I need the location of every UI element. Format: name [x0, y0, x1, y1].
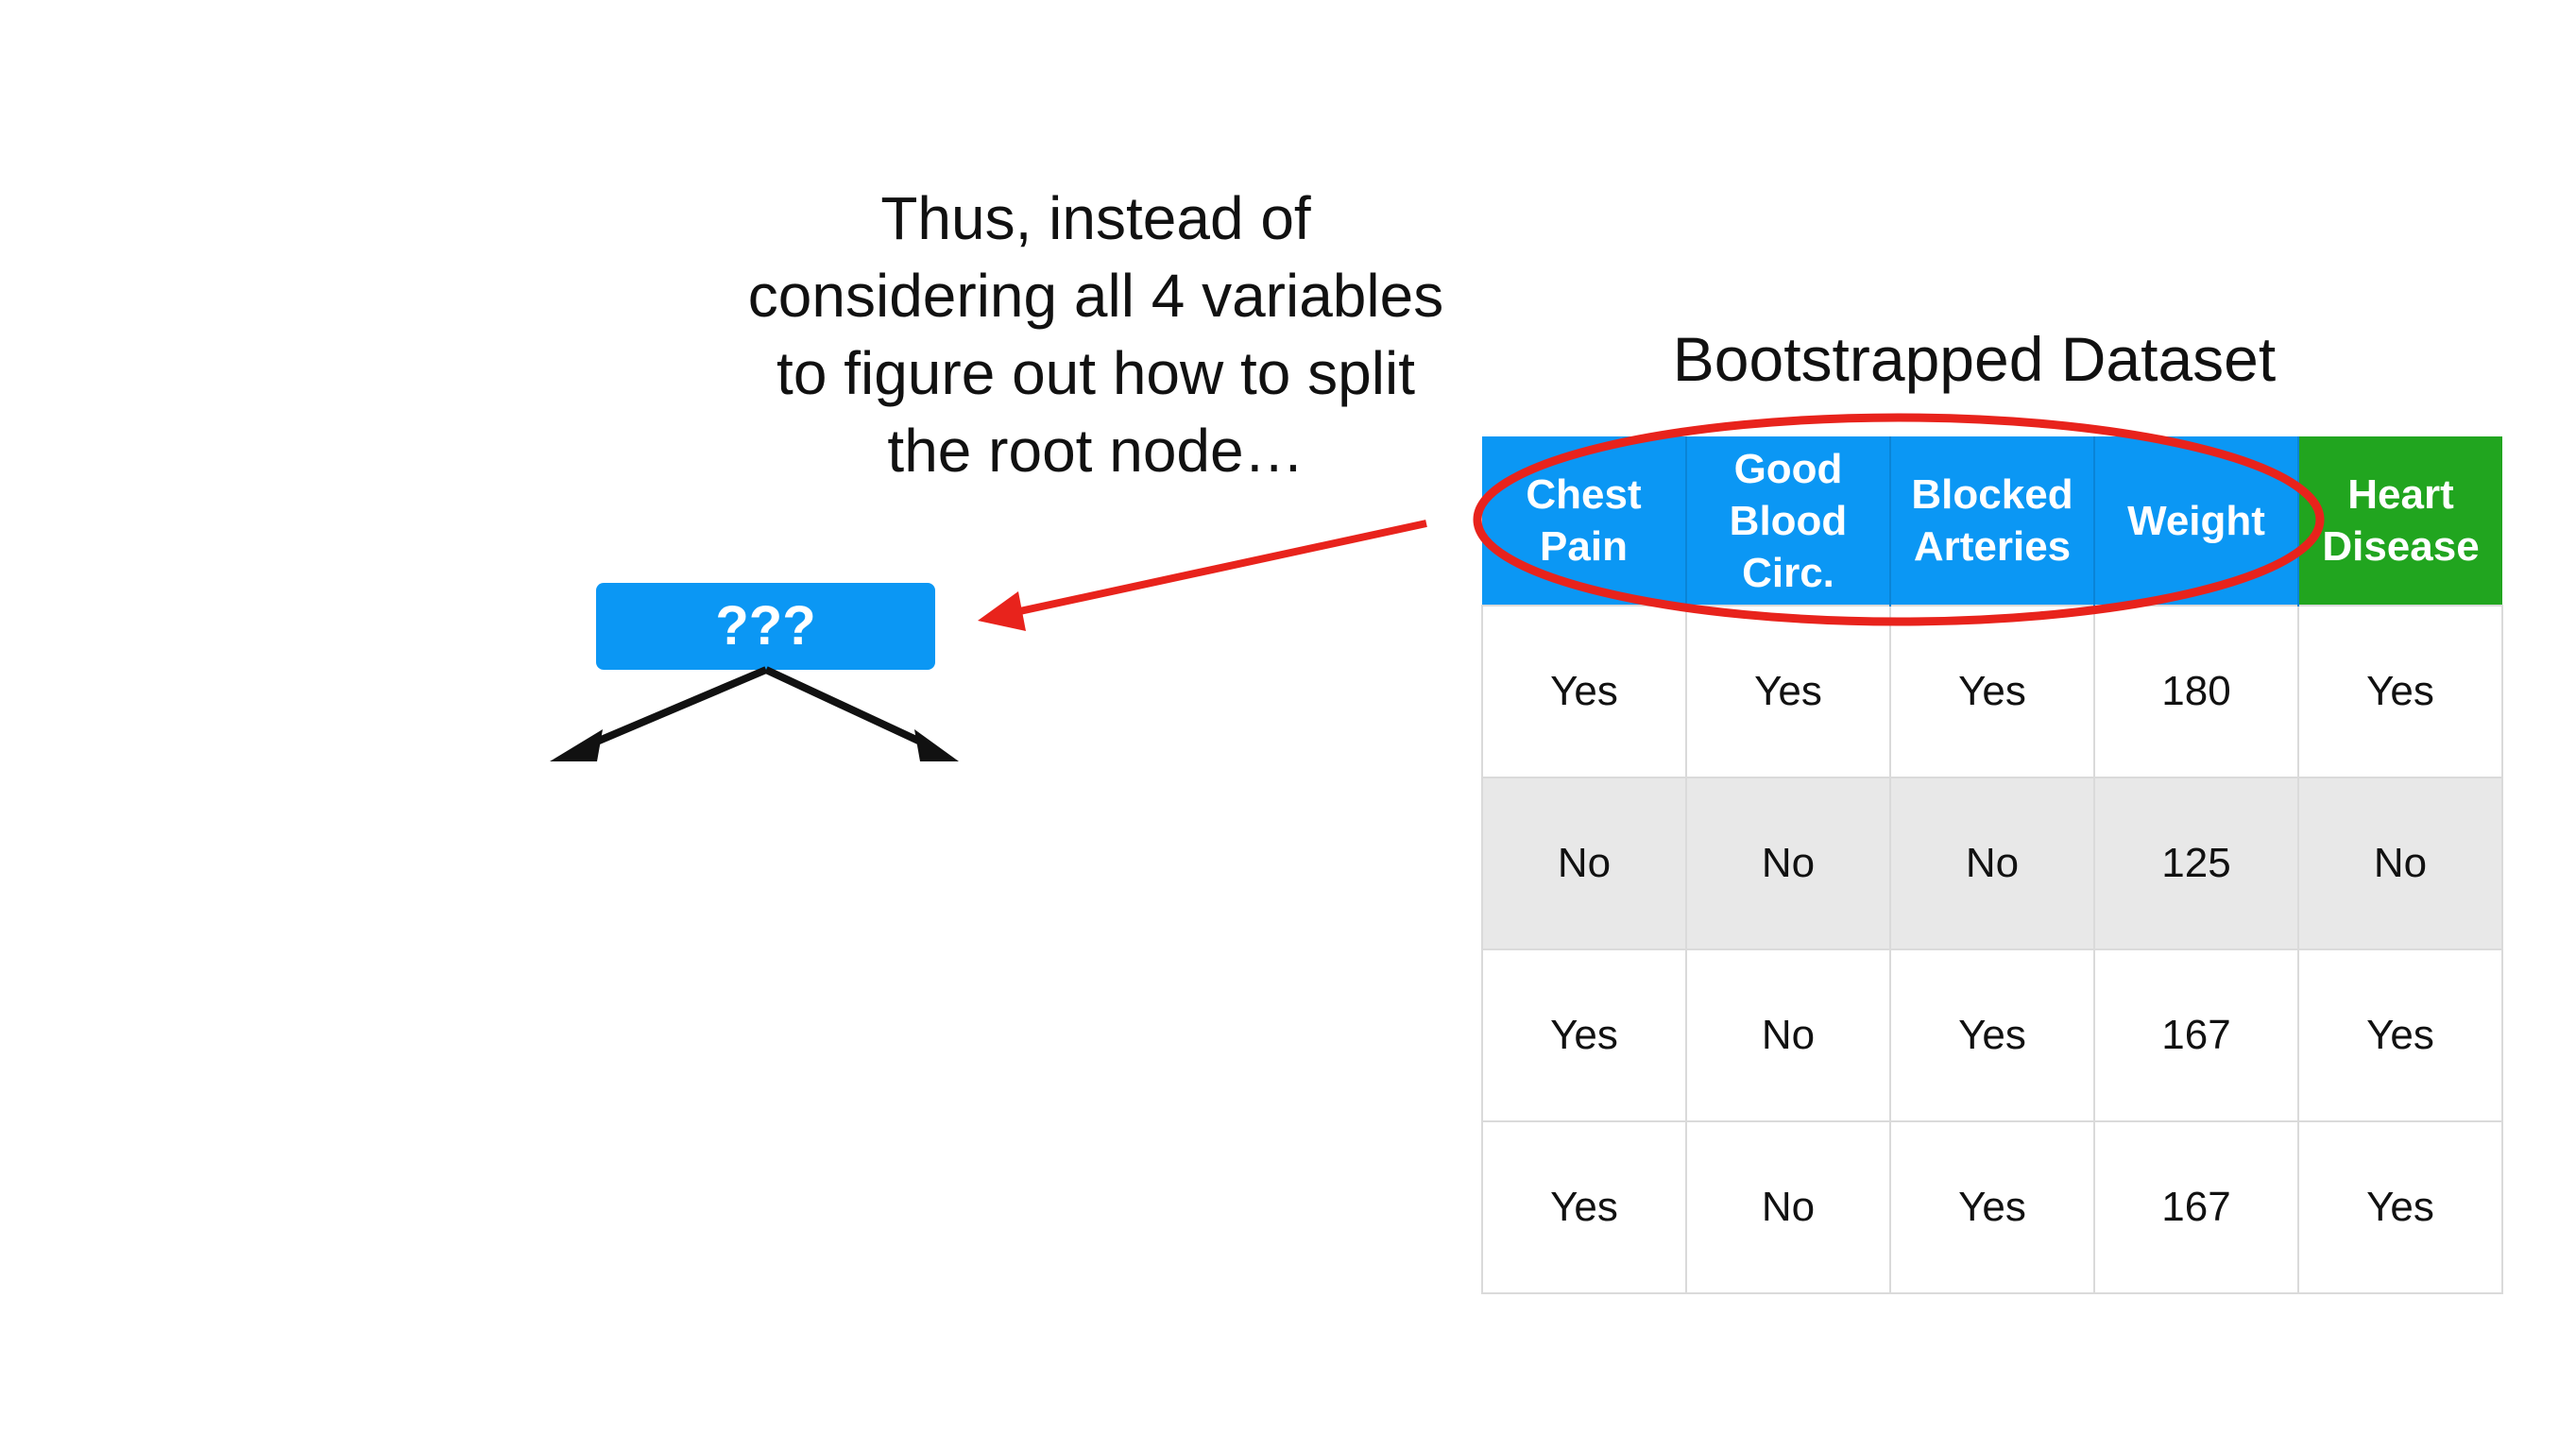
table-cell: 167 — [2093, 948, 2299, 1122]
table-cell: Yes — [1481, 1120, 1687, 1294]
root-node: ??? — [596, 583, 935, 670]
table-cell: Yes — [1481, 948, 1687, 1122]
table-cell: No — [1481, 777, 1687, 950]
dataset-title: Bootstrapped Dataset — [1672, 324, 2277, 394]
table-cell: No — [1685, 948, 1891, 1122]
header-weight-label: Weight — [2127, 497, 2265, 544]
header-heart-disease-label: Heart Disease — [2322, 471, 2480, 570]
pointer-arrow — [1015, 520, 1427, 616]
table-cell: No — [1685, 1120, 1891, 1294]
pointer-arrowhead-icon — [978, 591, 1026, 631]
table-row: Yes No Yes 167 Yes — [1481, 948, 2503, 1122]
table-cell: Yes — [1685, 605, 1891, 778]
table-row: Yes No Yes 167 Yes — [1481, 1120, 2503, 1294]
caption-line-2: considering all 4 variables — [747, 262, 1444, 330]
header-weight: Weight — [2094, 436, 2299, 606]
table-cell: Yes — [1481, 605, 1687, 778]
caption-line-1: Thus, instead of — [880, 184, 1311, 252]
table-row: No No No 125 No — [1481, 777, 2503, 950]
table-cell: Yes — [2297, 948, 2503, 1122]
header-good-blood-circ-label: Good Blood Circ. — [1729, 445, 1848, 596]
table-cell: No — [2297, 777, 2503, 950]
table-cell: Yes — [2297, 605, 2503, 778]
left-branch-arrowhead-icon — [550, 729, 603, 761]
table-row: Yes Yes Yes 180 Yes — [1481, 605, 2503, 778]
left-branch-arrow — [584, 666, 768, 750]
table-cell: Yes — [2297, 1120, 2503, 1294]
bootstrapped-dataset-table: Chest Pain Good Blood Circ. Blocked Arte… — [1481, 436, 2503, 1294]
table-cell: Yes — [1889, 948, 2095, 1122]
table-cell: 125 — [2093, 777, 2299, 950]
header-blocked-arteries-label: Blocked Arteries — [1911, 471, 2073, 570]
header-chest-pain-label: Chest Pain — [1526, 471, 1642, 570]
header-row: Chest Pain Good Blood Circ. Blocked Arte… — [1482, 436, 2502, 606]
caption: Thus, instead of considering all 4 varia… — [699, 179, 1493, 489]
table-cell: Yes — [1889, 1120, 2095, 1294]
header-blocked-arteries: Blocked Arteries — [1890, 436, 2095, 606]
right-branch-arrow — [764, 666, 932, 750]
caption-line-3: to figure out how to split — [776, 339, 1415, 407]
table-cell: 167 — [2093, 1120, 2299, 1294]
header-heart-disease: Heart Disease — [2298, 436, 2502, 606]
header-good-blood-circ: Good Blood Circ. — [1686, 436, 1891, 606]
header-chest-pain: Chest Pain — [1482, 436, 1687, 606]
right-branch-arrowhead-icon — [914, 729, 959, 761]
table-cell: No — [1685, 777, 1891, 950]
caption-line-4: the root node… — [887, 417, 1305, 485]
table-cell: 180 — [2093, 605, 2299, 778]
table-cell: No — [1889, 777, 2095, 950]
table-cell: Yes — [1889, 605, 2095, 778]
